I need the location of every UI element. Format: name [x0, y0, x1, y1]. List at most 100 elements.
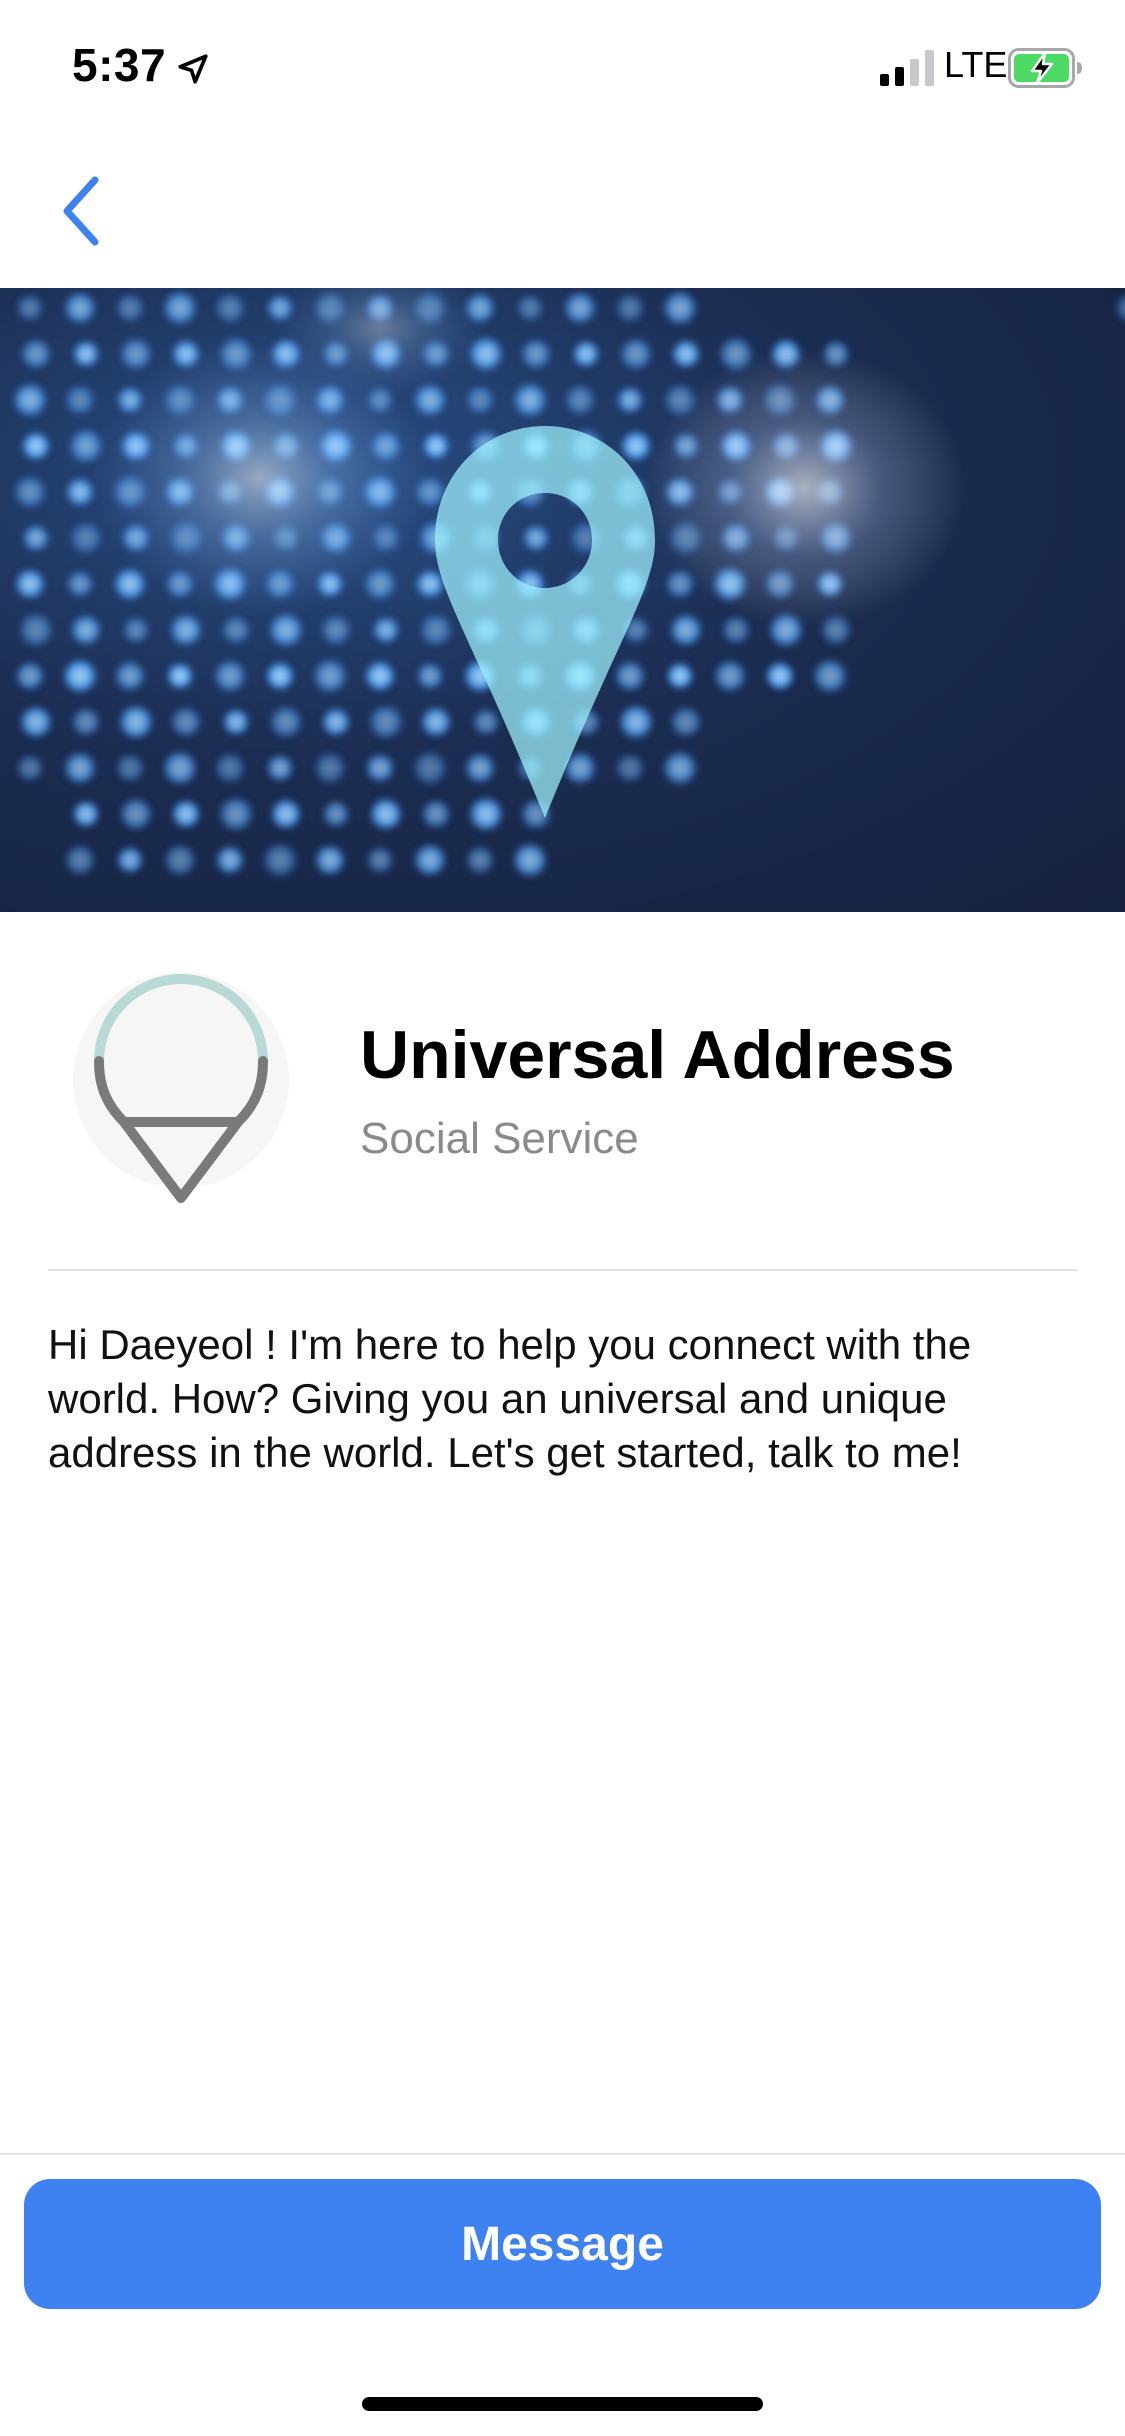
map-dot	[71, 339, 101, 369]
map-dot	[811, 657, 849, 695]
map-dot	[15, 293, 45, 323]
map-dot	[670, 338, 702, 370]
map-dot	[571, 339, 601, 369]
map-dot	[261, 841, 299, 879]
map-dot	[68, 520, 104, 556]
map-dot	[63, 383, 97, 417]
network-type: LTE	[944, 44, 1008, 85]
map-dot	[18, 704, 54, 740]
map-dot	[363, 659, 397, 693]
map-dot	[668, 612, 704, 648]
map-dot	[364, 752, 396, 784]
map-dot	[20, 430, 52, 462]
map-dot	[614, 292, 646, 324]
map-dot	[519, 337, 553, 371]
map-dot	[420, 798, 452, 830]
map-dot	[65, 569, 95, 599]
map-dot	[21, 523, 51, 553]
map-dot	[720, 614, 752, 646]
signal-bars-icon	[880, 50, 934, 86]
map-dot	[61, 657, 99, 695]
map-dot	[321, 799, 351, 829]
location-arrow-icon	[178, 54, 208, 84]
map-dot	[70, 706, 102, 738]
bot-name: Universal Address	[360, 1017, 955, 1093]
home-indicator[interactable]	[362, 2397, 763, 2411]
map-dot	[371, 615, 401, 645]
map-dot	[368, 796, 404, 832]
map-dot	[365, 845, 395, 875]
message-button[interactable]: Message	[24, 2179, 1101, 2309]
map-dot	[471, 707, 501, 737]
map-dot	[1114, 292, 1125, 324]
map-pin-logo-icon	[73, 972, 289, 1203]
back-button[interactable]	[46, 166, 116, 256]
map-dot	[19, 337, 53, 371]
map-dot	[220, 614, 252, 646]
map-dot	[521, 523, 551, 553]
map-dot	[320, 706, 352, 738]
map-dot	[264, 660, 296, 692]
map-dot	[71, 799, 101, 829]
map-dot	[661, 749, 699, 787]
map-dot	[265, 753, 295, 783]
map-dot	[12, 474, 48, 510]
map-dot	[412, 842, 448, 878]
map-dot	[418, 612, 454, 648]
map-dot	[11, 381, 49, 419]
map-dot	[618, 336, 654, 372]
map-dot	[619, 429, 653, 463]
map-dot	[63, 843, 97, 877]
bot-profile-screen: 5:37 LTE Universal Address Social Servic…	[0, 0, 1125, 2436]
map-dot	[214, 844, 246, 876]
map-dot	[14, 660, 46, 692]
map-dot	[669, 705, 703, 739]
map-dot	[117, 703, 155, 741]
map-dot	[15, 753, 45, 783]
map-dot	[268, 704, 304, 740]
map-dot	[161, 289, 199, 327]
map-dot	[313, 843, 347, 877]
map-dot	[118, 336, 154, 372]
map-dot	[415, 661, 445, 691]
map-dot	[212, 658, 248, 694]
status-time: 5:37	[72, 39, 167, 91]
map-dot	[269, 797, 303, 831]
map-dot	[511, 841, 549, 879]
map-dot	[463, 751, 497, 785]
map-dot	[114, 292, 146, 324]
map-dot	[613, 659, 647, 693]
map-dot	[562, 290, 598, 326]
map-dot	[161, 749, 199, 787]
map-dot	[217, 795, 255, 833]
map-dot	[114, 752, 146, 784]
map-dot	[712, 658, 748, 694]
map-dot	[515, 293, 545, 323]
map-dot	[764, 660, 796, 692]
map-dot	[615, 385, 645, 415]
divider	[48, 1269, 1077, 1271]
map-dot	[113, 659, 147, 693]
status-bar: 5:37 LTE	[0, 0, 1125, 132]
bot-description: Hi Daeyeol ! I'm here to help you connec…	[48, 1321, 972, 1476]
bot-category: Social Service	[360, 1114, 639, 1163]
bottom-divider	[0, 2153, 1125, 2155]
map-dot	[118, 796, 154, 832]
map-dot	[312, 750, 348, 786]
map-dot	[169, 705, 203, 739]
map-dot	[13, 567, 47, 601]
map-dot	[467, 795, 505, 833]
map-dot	[69, 613, 103, 647]
map-dot	[121, 615, 151, 645]
map-dot	[165, 661, 195, 691]
map-dot	[367, 703, 405, 741]
map-dot	[17, 611, 55, 649]
map-dot	[464, 384, 496, 416]
battery-charging-icon	[1008, 48, 1082, 88]
map-dot	[213, 291, 247, 325]
chevron-left-icon	[63, 176, 99, 246]
map-dot	[319, 613, 353, 647]
map-dot	[62, 290, 98, 326]
map-dot	[170, 798, 202, 830]
map-dot	[665, 661, 695, 691]
